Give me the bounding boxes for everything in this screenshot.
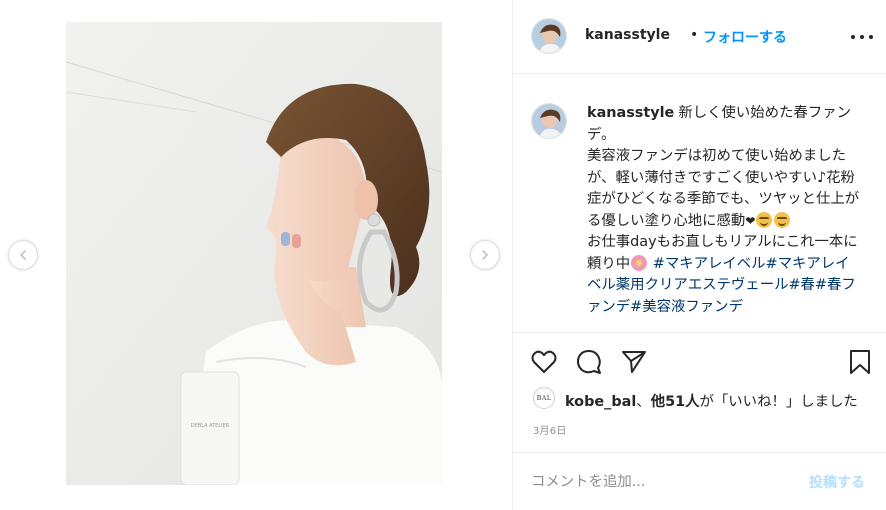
caption-section: kanasstyle 新しく使い始めた春ファンデ。 美容液ファンデは初めて使い始め… xyxy=(513,75,886,333)
likes-summary: BAL kobe_bal、他51人が「いいね！」しました xyxy=(513,384,886,414)
caption-text: kanasstyle 新しく使い始めた春ファンデ。 美容液ファンデは初めて使い始め… xyxy=(587,103,862,318)
likes-separator: 、 xyxy=(636,394,651,410)
bookmark-icon[interactable] xyxy=(846,348,874,376)
heart-emoji-icon: ❤ xyxy=(745,213,756,228)
likes-text: kobe_bal、他51人が「いいね！」しました xyxy=(565,390,858,411)
liker-avatar[interactable]: BAL xyxy=(533,387,555,409)
flower-emoji-icon xyxy=(631,254,648,271)
heart-icon[interactable] xyxy=(530,348,558,376)
liker-username[interactable]: kobe_bal xyxy=(565,394,636,410)
photo-illustration: DEBLA ATELIER xyxy=(66,22,442,485)
comment-bubble-icon[interactable] xyxy=(575,348,603,376)
next-photo-button[interactable] xyxy=(470,240,500,270)
avatar-image xyxy=(532,19,566,53)
avatar[interactable] xyxy=(531,103,567,139)
likes-suffix: が「いいね！」しました xyxy=(699,394,858,410)
post-date[interactable]: 3月6日 xyxy=(533,422,567,437)
chevron-left-icon xyxy=(19,250,26,260)
chevron-right-icon xyxy=(482,250,489,260)
media-column: DEBLA ATELIER xyxy=(0,0,512,510)
instagram-post-modal: DEBLA ATELIER kanasstyle • フォローする kanass… xyxy=(0,0,886,510)
product-label: DEBLA ATELIER xyxy=(191,423,230,429)
caption-username[interactable]: kanasstyle xyxy=(587,105,674,121)
smile-emoji-icon xyxy=(756,211,773,228)
comment-bar: 投稿する xyxy=(513,452,886,510)
post-details-panel: kanasstyle • フォローする kanasstyle 新しく使い始めた春フ… xyxy=(512,0,886,510)
username-link[interactable]: kanasstyle xyxy=(585,27,670,43)
post-photo[interactable]: DEBLA ATELIER xyxy=(66,22,442,485)
comment-input[interactable] xyxy=(531,471,801,493)
separator-dot: • xyxy=(690,27,699,43)
other-likers-link[interactable]: 他51人 xyxy=(651,394,700,410)
avatar-image xyxy=(532,104,566,138)
more-options-icon[interactable] xyxy=(851,28,873,46)
action-bar xyxy=(513,334,886,386)
paper-plane-icon[interactable] xyxy=(620,348,648,376)
caption-body-1: 美容液ファンデは初めて使い始めましたが、軽い薄付きですごく使いやすい♪花粉症がひ… xyxy=(587,148,860,229)
previous-photo-button[interactable] xyxy=(8,240,38,270)
follow-button[interactable]: フォローする xyxy=(703,27,787,47)
avatar[interactable] xyxy=(531,18,567,54)
post-comment-button[interactable]: 投稿する xyxy=(809,472,865,492)
post-header: kanasstyle • フォローする xyxy=(513,0,886,74)
smile-emoji-icon xyxy=(774,211,791,228)
